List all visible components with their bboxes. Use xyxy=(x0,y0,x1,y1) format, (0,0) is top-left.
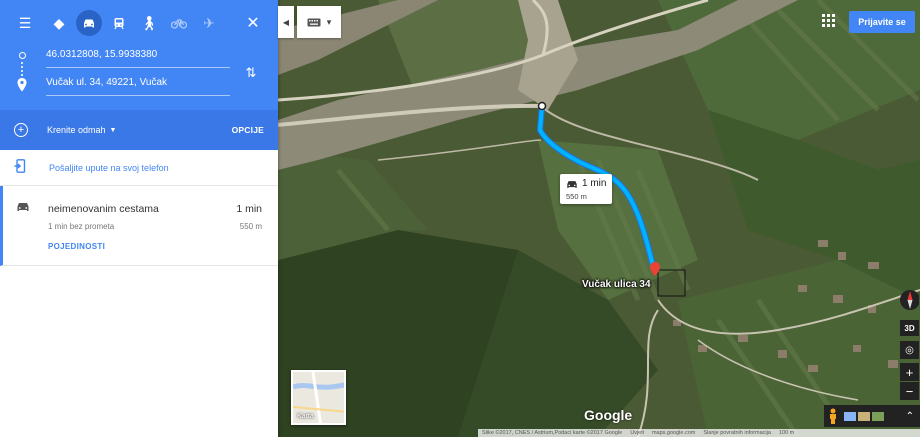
route-connector xyxy=(21,62,24,76)
swap-icon[interactable]: ⇅ xyxy=(238,60,264,86)
street-view-bar: ⌃ xyxy=(824,405,920,427)
destination-field[interactable]: Vučak ul. 34, 49221, Vučak xyxy=(46,74,230,96)
bubble-distance: 550 m xyxy=(566,192,587,201)
car-icon xyxy=(567,181,577,188)
imagery-attribution: Slike ©2017, CNES / Astrium,Podaci karte… xyxy=(482,430,623,436)
chevron-down-icon[interactable]: ▼ xyxy=(110,127,117,134)
maps-link[interactable]: maps.google.com xyxy=(652,430,695,436)
details-link[interactable]: POJEDINOSTI xyxy=(48,242,105,251)
car-icon[interactable] xyxy=(76,10,102,36)
chevron-up-icon[interactable]: ⌃ xyxy=(906,411,914,422)
bubble-time: 1 min xyxy=(582,178,607,189)
google-logo: Google xyxy=(584,407,633,423)
send-to-phone-row[interactable]: Pošaljite upute na svoj telefon xyxy=(0,150,278,186)
terms-link[interactable]: Uvjeti xyxy=(630,430,644,436)
tilt-3d-button[interactable]: 3D xyxy=(900,320,919,336)
satellite-imagery xyxy=(278,0,920,437)
add-destination-icon[interactable]: + xyxy=(14,123,28,137)
chevron-down-icon: ▾ xyxy=(326,16,332,27)
keyboard-icon xyxy=(307,18,321,26)
destination-label: Vučak ulica 34 xyxy=(582,279,651,290)
attribution-bar: Slike ©2017, CNES / Astrium,Podaci karte… xyxy=(478,429,920,437)
pegman-icon[interactable] xyxy=(828,408,838,424)
scale-label[interactable]: 100 m xyxy=(779,430,794,436)
input-tools-button[interactable]: ▾ xyxy=(297,6,341,38)
leave-time-bar: + Krenite odmah ▼ OPCIJE xyxy=(0,110,278,150)
map-type-label: Karta xyxy=(297,413,314,420)
transit-icon[interactable] xyxy=(106,10,132,36)
options-button[interactable]: OPCIJE xyxy=(232,125,264,135)
compass-icon[interactable] xyxy=(897,286,919,314)
map-type-toggle[interactable]: Karta xyxy=(291,370,346,425)
collapse-panel-button[interactable]: ◀ xyxy=(278,6,294,38)
zoom-out-button[interactable]: − xyxy=(900,382,919,400)
flight-icon[interactable]: ✈︎ xyxy=(196,10,222,36)
destination-pin-icon xyxy=(17,78,27,92)
car-icon xyxy=(17,203,29,211)
satellite-map[interactable] xyxy=(278,0,920,437)
route-time: 1 min xyxy=(236,203,262,215)
zoom-in-button[interactable]: + xyxy=(900,363,919,381)
my-location-icon[interactable]: ◎ xyxy=(900,341,919,359)
close-icon[interactable]: ✕ xyxy=(240,10,266,36)
imagery-thumbnails[interactable] xyxy=(844,411,884,421)
menu-icon[interactable]: ☰ xyxy=(12,10,38,36)
sign-in-button[interactable]: Prijavite se xyxy=(849,11,915,33)
directions-panel: ☰ ◆ 🚶︎ ✈︎ ✕ 46.0312808, 15.9938380 Vučak… xyxy=(0,0,278,437)
bike-icon[interactable] xyxy=(166,10,192,36)
directions-header: ☰ ◆ 🚶︎ ✈︎ ✕ 46.0312808, 15.9938380 Vučak… xyxy=(0,0,278,110)
route-info-bubble[interactable]: 1 min 550 m xyxy=(560,174,612,204)
send-to-phone-link[interactable]: Pošaljite upute na svoj telefon xyxy=(49,163,169,173)
origin-field[interactable]: 46.0312808, 15.9938380 xyxy=(46,46,230,68)
maps-window: ☰ ◆ 🚶︎ ✈︎ ✕ 46.0312808, 15.9938380 Vučak… xyxy=(0,0,920,437)
travel-mode-bar: ☰ ◆ 🚶︎ ✈︎ ✕ xyxy=(12,10,266,36)
route-name: neimenovanim cestama xyxy=(48,203,159,215)
leave-now-dropdown[interactable]: Krenite odmah xyxy=(47,125,106,135)
route-option[interactable]: neimenovanim cestama 1 min 1 min bez pro… xyxy=(0,186,278,266)
directions-icon[interactable]: ◆ xyxy=(46,10,72,36)
send-to-device-icon xyxy=(14,159,32,176)
route-start-marker[interactable] xyxy=(537,101,547,111)
route-distance: 550 m xyxy=(239,222,262,231)
feedback-link[interactable]: Slanje povratnih informacija xyxy=(703,430,771,436)
route-traffic-note: 1 min bez prometa xyxy=(48,222,115,231)
origin-dot-icon xyxy=(19,52,26,59)
apps-grid-icon[interactable] xyxy=(820,12,836,28)
walk-icon[interactable]: 🚶︎ xyxy=(136,10,162,36)
